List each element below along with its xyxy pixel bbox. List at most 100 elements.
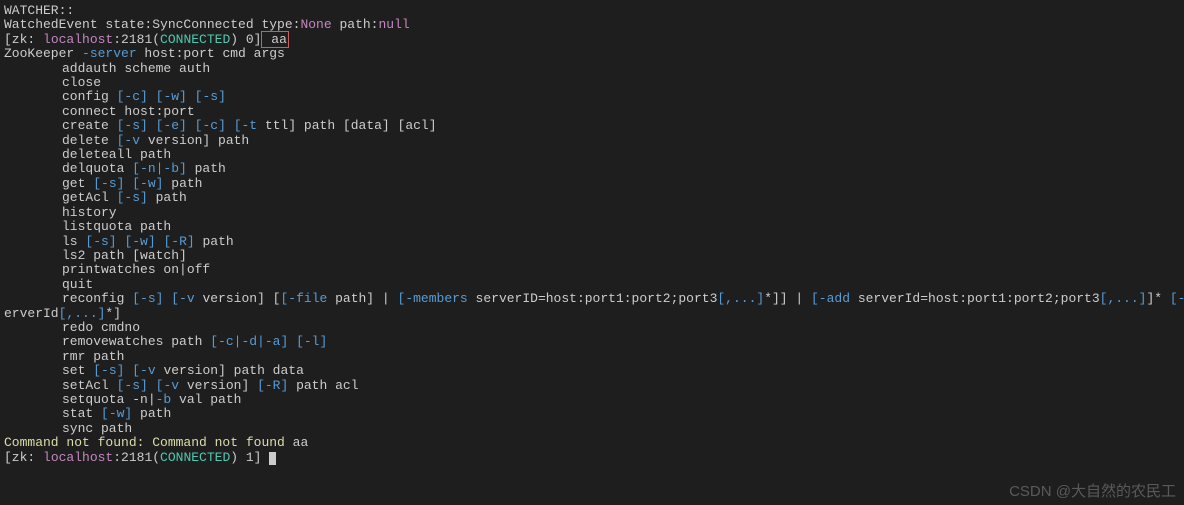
stat-rest: path <box>132 406 171 421</box>
path-label: path: <box>332 17 379 32</box>
reconfig-l2-end: *] <box>105 306 121 321</box>
setquota-pre: setquota -n| <box>62 392 156 407</box>
event-type-none: None <box>300 17 331 32</box>
config-pre: config <box>62 89 117 104</box>
prompt-port: :2181( <box>113 32 160 47</box>
stat-w: [-w] <box>101 406 132 421</box>
prompt2-open: [zk: <box>4 450 43 465</box>
sp <box>226 118 234 133</box>
ls-r: [-R] <box>163 234 194 249</box>
cmd-reconfig: reconfig [-s] [-v version] [[-file path]… <box>4 292 1180 306</box>
setacl-v: [-v <box>156 378 179 393</box>
reconfig-mid4: *]] | <box>764 291 811 306</box>
create-s: [-s] <box>117 118 148 133</box>
cmd-deleteall: deleteall path <box>4 148 1180 162</box>
sp <box>148 118 156 133</box>
set-v: [-v <box>132 363 155 378</box>
delete-rest: version] path <box>140 133 249 148</box>
cmd-ls: ls [-s] [-w] [-R] path <box>4 235 1180 249</box>
reconfig-mid2: path] | <box>327 291 397 306</box>
reconfig-file: [-file <box>280 291 327 306</box>
ls-s: [-s] <box>85 234 116 249</box>
terminal-output[interactable]: WATCHER:: WatchedEvent state:SyncConnect… <box>4 4 1180 465</box>
prompt2-port: :2181( <box>113 450 160 465</box>
reconfig-remove: [-remove <box>1170 291 1184 306</box>
reconfig-members: [-members <box>398 291 468 306</box>
reconfig-mid6: ]* <box>1146 291 1169 306</box>
setacl-rest: path acl <box>288 378 358 393</box>
create-t: [-t <box>234 118 257 133</box>
cmd-delquota: delquota [-n|-b] path <box>4 162 1180 176</box>
reconfig-br1: [,...] <box>717 291 764 306</box>
cmd-listquota: listquota path <box>4 220 1180 234</box>
setacl-s: [-s] <box>117 378 148 393</box>
cmd-get: get [-s] [-w] path <box>4 177 1180 191</box>
sp <box>187 118 195 133</box>
cmd-redo: redo cmdno <box>4 321 1180 335</box>
delquota-rest: path <box>187 161 226 176</box>
setacl-r: [-R] <box>257 378 288 393</box>
rw-cda: [-c|-d|-a] <box>210 334 288 349</box>
set-s: [-s] <box>93 363 124 378</box>
ls-rest: path <box>195 234 234 249</box>
setquota-rest: val path <box>171 392 241 407</box>
prompt2-close: ) 1] <box>230 450 269 465</box>
usage-line: ZooKeeper -server host:port cmd args <box>4 47 1180 61</box>
reconfig-add: [-add <box>811 291 850 306</box>
config-c: [-c] <box>117 89 148 104</box>
cmd-set: set [-s] [-v version] path data <box>4 364 1180 378</box>
prompt-status: CONNECTED <box>160 32 230 47</box>
cmd-reconfig-wrap: erverId[,...]*] <box>4 307 1180 321</box>
watermark-text: CSDN @大自然的农民工 <box>1009 485 1176 499</box>
prompt-close: ) 0] <box>230 32 261 47</box>
cmd-close: close <box>4 76 1180 90</box>
cmd-quit: quit <box>4 278 1180 292</box>
prompt2-status: CONNECTED <box>160 450 230 465</box>
rw-pre: removewatches path <box>62 334 210 349</box>
ls-w: [-w] <box>124 234 155 249</box>
config-w: [-w] <box>156 89 187 104</box>
prompt-open: [zk: <box>4 32 43 47</box>
prompt2-host: localhost <box>43 450 113 465</box>
sp <box>288 334 296 349</box>
delquota-nb: [-n|-b] <box>132 161 187 176</box>
reconfig-mid5: serverId=host:port1:port2;port3 <box>850 291 1100 306</box>
usage-zk: ZooKeeper <box>4 46 82 61</box>
delquota-pre: delquota <box>62 161 132 176</box>
watched-event-line: WatchedEvent state:SyncConnected type:No… <box>4 18 1180 32</box>
cmd-sync: sync path <box>4 422 1180 436</box>
cmd-history: history <box>4 206 1180 220</box>
getacl-rest: path <box>148 190 187 205</box>
prompt-host: localhost <box>43 32 113 47</box>
setacl-pre: setAcl <box>62 378 117 393</box>
cmd-addauth: addauth scheme auth <box>4 62 1180 76</box>
error-text: Command not found: Command not found <box>4 435 285 450</box>
cmd-stat: stat [-w] path <box>4 407 1180 421</box>
cmd-printwatches: printwatches on|off <box>4 263 1180 277</box>
reconfig-v: [-v <box>171 291 194 306</box>
delete-v: [-v <box>117 133 140 148</box>
cmd-removewatches: removewatches path [-c|-d|-a] [-l] <box>4 335 1180 349</box>
prompt-line-2[interactable]: [zk: localhost:2181(CONNECTED) 1] <box>4 451 1180 465</box>
sp <box>148 89 156 104</box>
stat-pre: stat <box>62 406 101 421</box>
ls-pre: ls <box>62 234 85 249</box>
terminal-cursor <box>269 452 276 465</box>
reconfig-pre: reconfig <box>62 291 132 306</box>
cmd-setquota: setquota -n|-b val path <box>4 393 1180 407</box>
sp <box>187 89 195 104</box>
cmd-connect: connect host:port <box>4 105 1180 119</box>
getacl-pre: getAcl <box>62 190 117 205</box>
create-pre: create <box>62 118 117 133</box>
watcher-header: WATCHER:: <box>4 4 1180 18</box>
rw-l: [-l] <box>296 334 327 349</box>
error-cmd: aa <box>285 435 308 450</box>
reconfig-l2-br: [,...] <box>59 306 106 321</box>
setquota-b: -b <box>156 392 172 407</box>
error-line: Command not found: Command not found aa <box>4 436 1180 450</box>
setacl-mid: version] <box>179 378 257 393</box>
get-s: [-s] <box>93 176 124 191</box>
path-null: null <box>378 17 409 32</box>
cmd-config: config [-c] [-w] [-s] <box>4 90 1180 104</box>
usage-server-flag: -server <box>82 46 137 61</box>
